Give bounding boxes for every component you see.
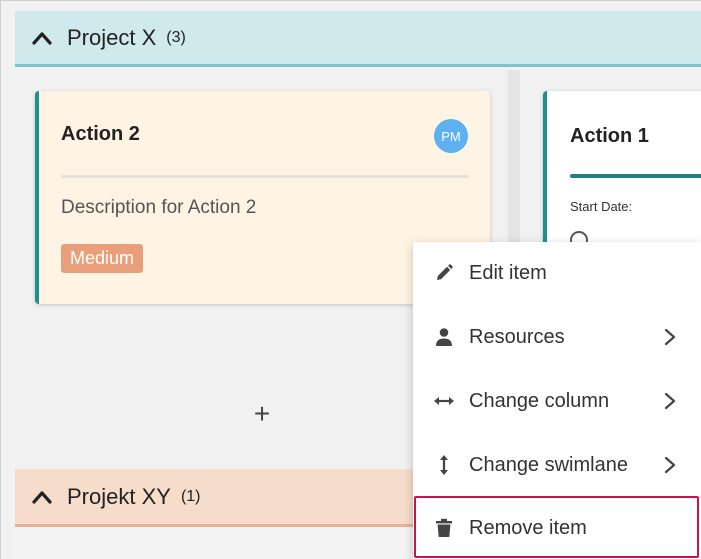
add-card-button[interactable]: + [249, 398, 275, 429]
pencil-icon [433, 262, 455, 284]
priority-badge: Medium [61, 244, 144, 273]
person-icon [433, 326, 455, 348]
card-title: Action 1 [570, 125, 649, 147]
menu-item-label: Change swimlane [469, 453, 628, 476]
chevron-up-icon[interactable] [31, 486, 53, 508]
menu-item-label: Edit item [469, 261, 547, 284]
horizontal-arrows-icon [433, 390, 455, 412]
card-title: Action 2 [61, 123, 140, 145]
swimlane-count: (3) [166, 28, 186, 46]
chevron-up-icon[interactable] [31, 27, 53, 49]
swimlane-title: Projekt XY [67, 483, 171, 509]
menu-item-change-swimlane[interactable]: Change swimlane [413, 436, 701, 494]
chevron-right-icon [663, 455, 677, 475]
card-description: Description for Action 2 [61, 197, 257, 218]
avatar[interactable]: PM [434, 119, 468, 153]
menu-item-change-column[interactable]: Change column [413, 372, 701, 430]
menu-item-resources[interactable]: Resources [413, 308, 701, 366]
swimlane-header-project-x[interactable]: Project X (3) [15, 11, 701, 67]
card-divider [61, 175, 469, 178]
menu-item-label: Resources [469, 325, 565, 348]
chevron-right-icon [663, 327, 677, 347]
swimlane-title: Project X [67, 24, 157, 50]
progress-bar [570, 174, 701, 178]
menu-item-edit-item[interactable]: Edit item [413, 244, 701, 302]
kanban-board: Project X (3) Action 2 PM Description fo… [0, 0, 701, 559]
swimlane-count: (1) [180, 487, 201, 505]
remove-item-highlight [414, 496, 699, 558]
vertical-arrows-icon [433, 454, 455, 476]
menu-item-label: Change column [469, 389, 610, 412]
start-date-label: Start Date: [570, 199, 633, 214]
chevron-right-icon [663, 391, 677, 411]
